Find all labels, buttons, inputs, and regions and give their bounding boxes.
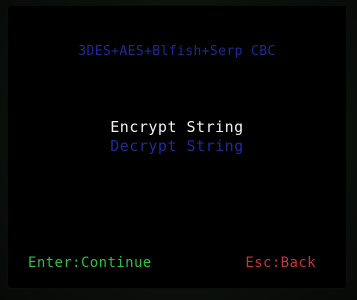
main-menu: Encrypt String Decrypt String bbox=[8, 118, 346, 156]
display-screen: 3DES+AES+Blfish+Serp CBC Encrypt String … bbox=[8, 6, 346, 288]
device-bezel: 3DES+AES+Blfish+Serp CBC Encrypt String … bbox=[0, 0, 357, 300]
enter-continue-hint: Enter:Continue bbox=[28, 255, 152, 271]
cipher-mode-title: 3DES+AES+Blfish+Serp CBC bbox=[78, 44, 276, 59]
menu-item-encrypt-string[interactable]: Encrypt String bbox=[8, 118, 346, 137]
esc-back-hint: Esc:Back bbox=[245, 255, 316, 271]
menu-item-decrypt-string[interactable]: Decrypt String bbox=[8, 137, 346, 156]
